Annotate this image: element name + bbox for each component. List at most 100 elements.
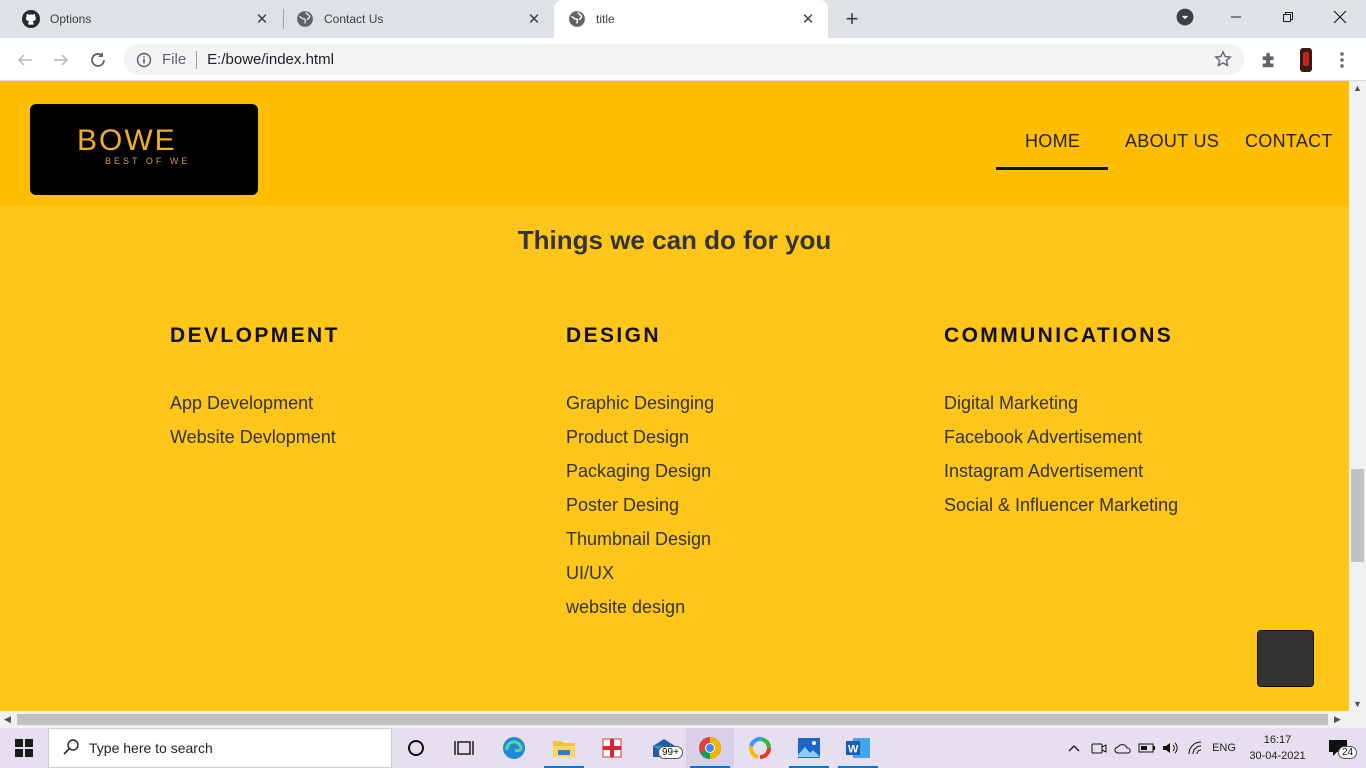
- service-list: App Development Website Devlopment: [170, 392, 340, 460]
- notification-count-badge: 24: [1338, 746, 1358, 759]
- nav-active-indicator: [996, 167, 1108, 170]
- nav-contact[interactable]: CONTACT: [1245, 131, 1333, 152]
- back-to-top-button[interactable]: [1257, 630, 1314, 687]
- taskbar-search-box[interactable]: Type here to search: [48, 728, 392, 768]
- scroll-right-arrow-icon[interactable]: ▶: [1334, 714, 1341, 725]
- tab-options[interactable]: Options ✕: [0, 0, 282, 38]
- site-logo[interactable]: BOWE BEST OF WE: [30, 104, 258, 195]
- reload-button[interactable]: [85, 47, 111, 73]
- photos-colorful-app[interactable]: [736, 728, 784, 768]
- chevron-up-icon: [1068, 745, 1080, 752]
- clock-date: 30-04-2021: [1249, 750, 1306, 762]
- service-item: Digital Marketing: [944, 393, 1079, 413]
- divider: [196, 50, 198, 69]
- logo-tagline: BEST OF WE: [105, 156, 191, 166]
- service-item: Instagram Advertisement: [944, 461, 1144, 481]
- globe-icon: [568, 10, 586, 28]
- vertical-scrollbar[interactable]: ▲ ▼: [1349, 81, 1366, 711]
- tab-title-active[interactable]: title ✕: [554, 0, 828, 38]
- search-placeholder: Type here to search: [89, 740, 213, 756]
- wifi-icon[interactable]: [1184, 728, 1208, 768]
- services-column-development: DEVLOPMENT App Development Website Devlo…: [170, 324, 340, 460]
- tab-strip: Options ✕ Contact Us ✕ title ✕ +: [0, 0, 1366, 38]
- page-viewport: BOWE BEST OF WE HOME ABOUT US CONTACT Th…: [0, 81, 1349, 711]
- clock-time: 16:17: [1263, 734, 1292, 746]
- image-icon: [798, 738, 820, 758]
- cortana-button[interactable]: [392, 728, 440, 768]
- folder-icon: [553, 741, 575, 757]
- site-header: BOWE BEST OF WE HOME ABOUT US CONTACT: [0, 81, 1349, 206]
- service-item: Graphic Desinging: [566, 393, 715, 413]
- restore-icon: [1283, 12, 1293, 22]
- windows-taskbar: Type here to search 99+ W ENG 16:17 30-0…: [0, 728, 1366, 768]
- edge-app[interactable]: [490, 728, 538, 768]
- back-button[interactable]: [12, 47, 38, 73]
- forward-button[interactable]: [48, 47, 74, 73]
- globe-icon: [296, 10, 314, 28]
- horizontal-scroll-thumb[interactable]: [17, 714, 1328, 725]
- service-item: Packaging Design: [566, 461, 712, 481]
- search-icon: [63, 738, 79, 758]
- horizontal-scrollbar[interactable]: ◀ ▶: [0, 711, 1366, 728]
- onedrive-icon[interactable]: [1112, 728, 1134, 768]
- tab-title: Contact Us: [324, 12, 384, 26]
- task-view-button[interactable]: [440, 728, 488, 768]
- mail-badge: 99+: [658, 746, 683, 759]
- scheme-label: File: [162, 51, 187, 68]
- tab-search-button[interactable]: [1162, 0, 1208, 34]
- language-indicator[interactable]: ENG: [1208, 728, 1240, 768]
- service-item: website design: [566, 597, 686, 617]
- nav-home[interactable]: HOME: [1025, 131, 1080, 152]
- service-list: Graphic Desinging Product Design Packagi…: [566, 392, 714, 630]
- minimize-icon: [1231, 16, 1241, 18]
- vertical-scroll-thumb[interactable]: [1351, 469, 1364, 562]
- service-list: Digital Marketing Facebook Advertisement…: [944, 392, 1178, 528]
- service-item: Website Devlopment: [170, 427, 336, 447]
- file-explorer-app[interactable]: [540, 728, 588, 768]
- edge-icon: [503, 737, 525, 759]
- minimize-button[interactable]: [1213, 0, 1259, 34]
- notification-center-button[interactable]: 24: [1318, 728, 1358, 768]
- system-clock[interactable]: 16:17 30-04-2021: [1240, 732, 1315, 764]
- service-item: Poster Desing: [566, 495, 680, 515]
- close-icon[interactable]: ✕: [798, 9, 818, 29]
- address-bar[interactable]: File E:/bowe/index.html: [124, 44, 1244, 75]
- service-item: Social & Influencer Marketing: [944, 495, 1179, 515]
- profile-avatar[interactable]: [1294, 48, 1318, 72]
- word-app[interactable]: W: [834, 728, 882, 768]
- mail-app[interactable]: 99+: [640, 728, 688, 768]
- tab-title: Options: [50, 12, 92, 26]
- volume-icon[interactable]: [1160, 728, 1182, 768]
- close-icon[interactable]: ✕: [524, 9, 544, 29]
- restore-button[interactable]: [1265, 0, 1311, 34]
- service-item: UI/UX: [566, 563, 615, 583]
- scroll-left-arrow-icon[interactable]: ◀: [4, 714, 11, 725]
- show-hidden-icons-button[interactable]: [1064, 728, 1084, 768]
- close-icon[interactable]: ✕: [252, 9, 272, 29]
- new-tab-button[interactable]: +: [840, 6, 864, 31]
- nav-about-us[interactable]: ABOUT US: [1125, 131, 1219, 152]
- cortana-circle-icon: [408, 740, 424, 756]
- tab-contact-us[interactable]: Contact Us ✕: [274, 0, 554, 38]
- close-window-button[interactable]: [1317, 0, 1363, 34]
- bookmark-star-icon[interactable]: [1214, 50, 1232, 72]
- arrow-left-icon: [17, 54, 32, 66]
- tab-title: title: [596, 12, 615, 26]
- chrome-app[interactable]: [686, 728, 734, 768]
- word-icon: W: [846, 738, 870, 758]
- start-button[interactable]: [0, 728, 48, 768]
- extensions-icon[interactable]: [1257, 48, 1281, 72]
- battery-icon[interactable]: [1136, 728, 1158, 768]
- more-menu-icon[interactable]: [1330, 48, 1354, 72]
- column-heading: DEVLOPMENT: [170, 324, 340, 347]
- photos-app[interactable]: [785, 728, 833, 768]
- scroll-down-arrow-icon[interactable]: ▼: [1353, 699, 1362, 709]
- reload-icon: [91, 52, 105, 67]
- meet-now-icon[interactable]: [1088, 728, 1110, 768]
- scroll-up-arrow-icon[interactable]: ▲: [1353, 83, 1362, 93]
- services-column-communications: COMMUNICATIONS Digital Marketing Faceboo…: [944, 324, 1178, 528]
- services-column-design: DESIGN Graphic Desinging Product Design …: [566, 324, 714, 630]
- gift-app[interactable]: [588, 728, 636, 768]
- url-text[interactable]: E:/bowe/index.html: [207, 51, 334, 68]
- info-icon[interactable]: [136, 52, 152, 68]
